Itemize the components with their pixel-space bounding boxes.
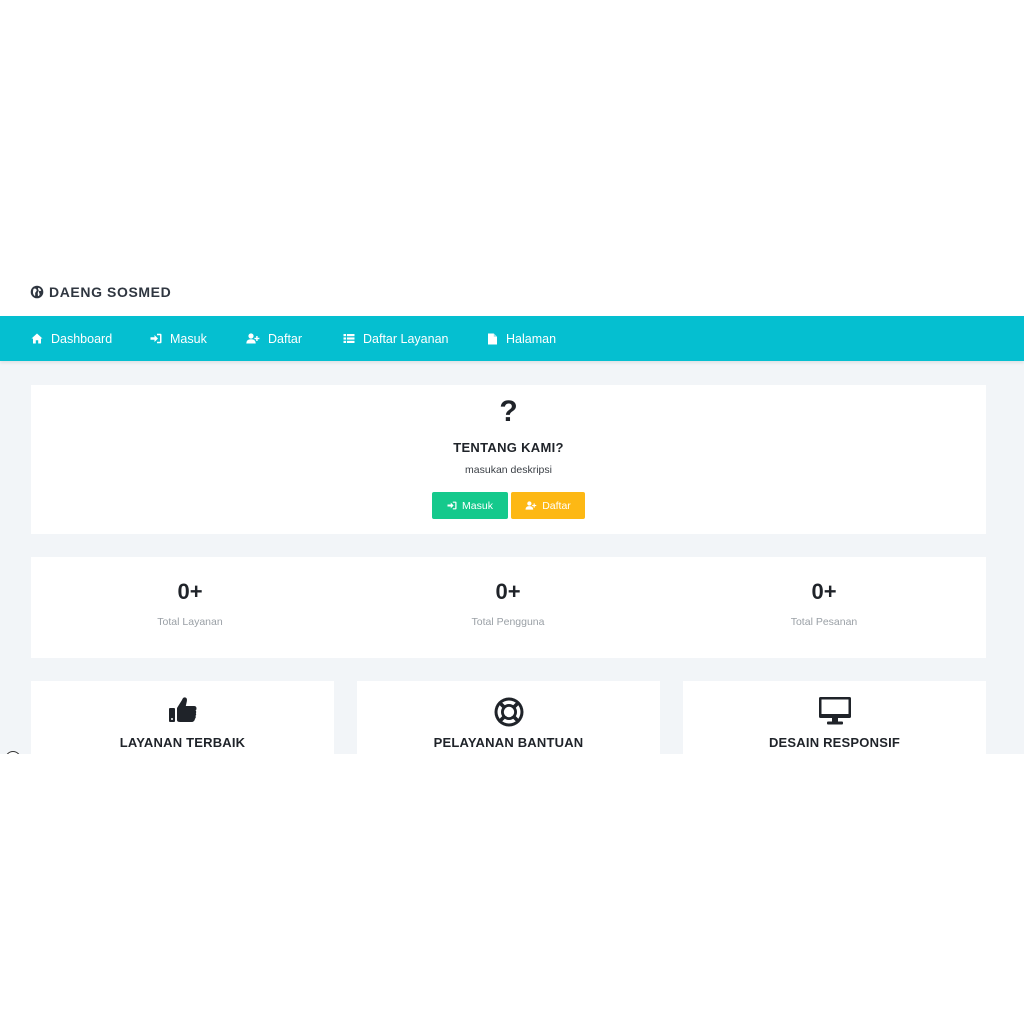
stat-value: 0+: [811, 579, 837, 604]
feature-title: LAYANAN TERBAIK: [119, 735, 246, 750]
home-icon: [31, 333, 43, 344]
floating-widget-icon[interactable]: [5, 751, 21, 754]
masuk-button-label: Masuk: [462, 499, 493, 512]
stat-value: 0+: [177, 579, 203, 604]
about-description: masukan deskripsi: [465, 464, 552, 476]
stat-label: Total Pengguna: [471, 616, 545, 628]
stat-label: Total Pesanan: [790, 616, 858, 628]
user-plus-icon: [525, 501, 537, 510]
masuk-button[interactable]: Masuk: [432, 492, 508, 519]
nav-label-masuk: Masuk: [170, 331, 207, 346]
nav-item-daftar[interactable]: Daftar: [246, 316, 302, 361]
file-icon: [488, 333, 497, 344]
brand-title: DAENG SOSMED: [49, 284, 172, 300]
nav-item-masuk[interactable]: Masuk: [150, 316, 207, 361]
sign-in-icon: [150, 333, 162, 344]
feature-card-layanan-terbaik: LAYANAN TERBAIK: [31, 681, 334, 754]
stat-label: Total Layanan: [157, 616, 223, 628]
thumbs-up-icon: [168, 697, 196, 722]
user-plus-icon: [246, 333, 260, 344]
list-icon: [343, 334, 355, 343]
stat-total-pesanan: 0+ Total Pesanan: [665, 557, 983, 658]
stat-value: 0+: [495, 579, 521, 604]
life-ring-icon: [494, 697, 523, 727]
brand-logo[interactable]: DAENG SOSMED: [30, 284, 171, 300]
feature-card-desain-responsif: DESAIN RESPONSIF: [683, 681, 986, 754]
question-icon: ?: [499, 395, 518, 428]
stat-total-pengguna: 0+ Total Pengguna: [349, 557, 667, 658]
stats-card: 0+ Total Layanan 0+ Total Pengguna 0+ To…: [31, 557, 986, 658]
brand-bar: DAENG SOSMED: [0, 270, 1024, 316]
nav-item-dashboard[interactable]: Dashboard: [31, 316, 112, 361]
feature-card-pelayanan-bantuan: PELAYANAN BANTUAN: [357, 681, 660, 754]
nav-label-dashboard: Dashboard: [51, 331, 113, 346]
nav-item-halaman[interactable]: Halaman: [487, 316, 556, 361]
sign-in-icon: [447, 501, 457, 510]
main-navbar: Dashboard Masuk Daftar Daftar Layanan Ha…: [0, 316, 1024, 361]
nav-label-daftar: Daftar: [268, 331, 303, 346]
nav-label-daftar-layanan: Daftar Layanan: [363, 331, 449, 346]
stat-total-layanan: 0+ Total Layanan: [31, 557, 349, 658]
feature-title: PELAYANAN BANTUAN: [433, 735, 584, 750]
page-viewport: DAENG SOSMED Dashboard Masuk Daftar Daft…: [0, 270, 1024, 754]
about-card: ? TENTANG KAMI? masukan deskripsi Masuk …: [31, 385, 986, 534]
nav-item-daftar-layanan[interactable]: Daftar Layanan: [343, 316, 448, 361]
daftar-button-label: Daftar: [542, 499, 571, 512]
desktop-icon: [818, 697, 851, 725]
globe-icon: [30, 285, 44, 299]
about-title: TENTANG KAMI?: [453, 440, 564, 455]
daftar-button[interactable]: Daftar: [511, 492, 585, 519]
nav-label-halaman: Halaman: [506, 331, 557, 346]
feature-title: DESAIN RESPONSIF: [768, 735, 901, 750]
